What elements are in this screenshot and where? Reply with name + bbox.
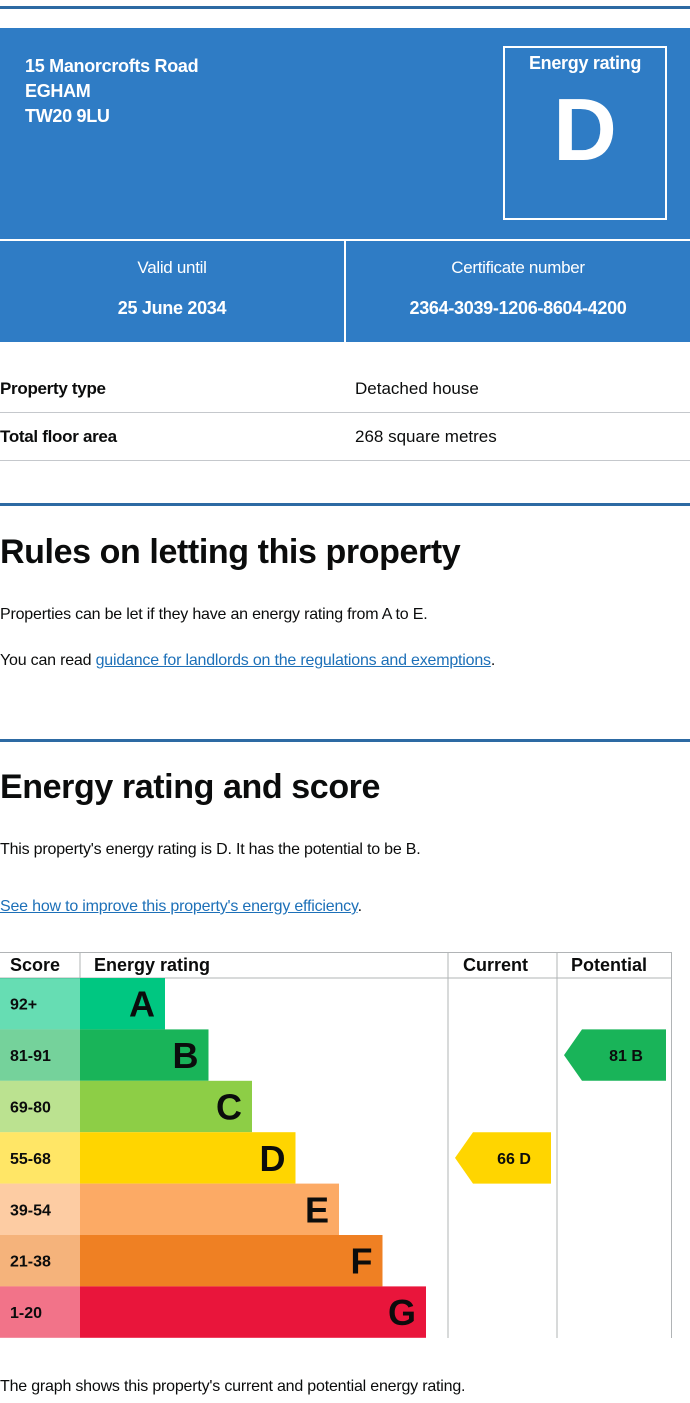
potential-rating-label: 81 B xyxy=(609,1048,643,1065)
property-type-row: Property type Detached house xyxy=(0,366,690,413)
valid-until-value: 25 June 2034 xyxy=(117,298,227,318)
improve-suffix: . xyxy=(357,898,362,915)
valid-until-label: Valid until xyxy=(137,258,207,277)
address-line-1: 15 Manorcrofts Road xyxy=(25,56,199,76)
property-type-value: Detached house xyxy=(355,379,479,398)
chart-header-potential: Potential xyxy=(571,955,647,975)
rating-letter-a: A xyxy=(129,984,155,1025)
rules-section-rule xyxy=(0,503,690,506)
score-label-g: 1-20 xyxy=(10,1305,42,1322)
rating-letter-d: D xyxy=(260,1138,286,1179)
energy-rating-chart: Score Energy rating Current Potential 92+ A 81… xyxy=(0,952,672,1338)
certificate-number: Certificate number 2364-3039-1206-8604-4… xyxy=(346,258,690,319)
certificate-number-value: 2364-3039-1206-8604-4200 xyxy=(409,298,627,318)
rating-bar-e xyxy=(80,1183,339,1235)
address-line-3: TW20 9LU xyxy=(25,106,110,126)
guidance-paragraph: You can read guidance for landlords on t… xyxy=(0,652,495,670)
top-rule xyxy=(0,6,690,9)
chart-caption: The graph shows this property's current … xyxy=(0,1378,466,1395)
chart-header-score: Score xyxy=(10,955,60,975)
chart-header-current: Current xyxy=(463,955,528,975)
guidance-suffix: . xyxy=(490,652,496,669)
property-address: 15 Manorcrofts Road EGHAM TW20 9LU xyxy=(25,54,199,129)
rating-letter-c: C xyxy=(216,1087,242,1128)
floor-area-label: Total floor area xyxy=(0,427,117,446)
floor-area-row: Total floor area 268 square metres xyxy=(0,414,690,461)
address-line-2: EGHAM xyxy=(25,81,91,101)
rating-letter-e: E xyxy=(305,1189,329,1230)
improve-paragraph: See how to improve this property's energ… xyxy=(0,898,362,916)
valid-until: Valid until 25 June 2034 xyxy=(0,258,344,319)
rating-bar-g xyxy=(80,1286,426,1338)
energy-heading: Energy rating and score xyxy=(0,768,381,806)
guidance-prefix: You can read xyxy=(0,652,96,669)
energy-rating-letter: D xyxy=(553,80,617,179)
score-label-a: 92+ xyxy=(10,997,37,1014)
certificate-number-label: Certificate number xyxy=(451,258,585,277)
score-label-c: 69-80 xyxy=(10,1100,51,1117)
rules-text: Properties can be let if they have an en… xyxy=(0,606,428,623)
current-rating-label: 66 D xyxy=(497,1151,531,1168)
energy-section-rule xyxy=(0,739,690,742)
property-type-label: Property type xyxy=(0,379,106,398)
floor-area-value: 268 square metres xyxy=(355,427,497,446)
chart-header-energy-rating: Energy rating xyxy=(94,955,210,975)
guidance-link[interactable]: guidance for landlords on the regulation… xyxy=(96,652,491,669)
energy-rating-label: Energy rating xyxy=(528,53,642,73)
rating-bar-f xyxy=(80,1235,383,1287)
rules-heading: Rules on letting this property xyxy=(0,533,461,571)
certificate-header: 15 Manorcrofts Road EGHAM TW20 9LU Energ… xyxy=(0,28,690,342)
rating-letter-f: F xyxy=(351,1241,373,1282)
improve-efficiency-link[interactable]: See how to improve this property's energ… xyxy=(0,898,358,915)
score-label-d: 55-68 xyxy=(10,1151,51,1168)
rating-letter-g: G xyxy=(388,1292,416,1333)
score-label-e: 39-54 xyxy=(10,1202,51,1219)
energy-rating-box: Energy rating D xyxy=(503,46,667,220)
score-label-b: 81-91 xyxy=(10,1048,51,1065)
rating-letter-b: B xyxy=(173,1035,199,1076)
energy-rating-text: This property's energy rating is D. It h… xyxy=(0,841,421,858)
score-label-f: 21-38 xyxy=(10,1254,51,1271)
